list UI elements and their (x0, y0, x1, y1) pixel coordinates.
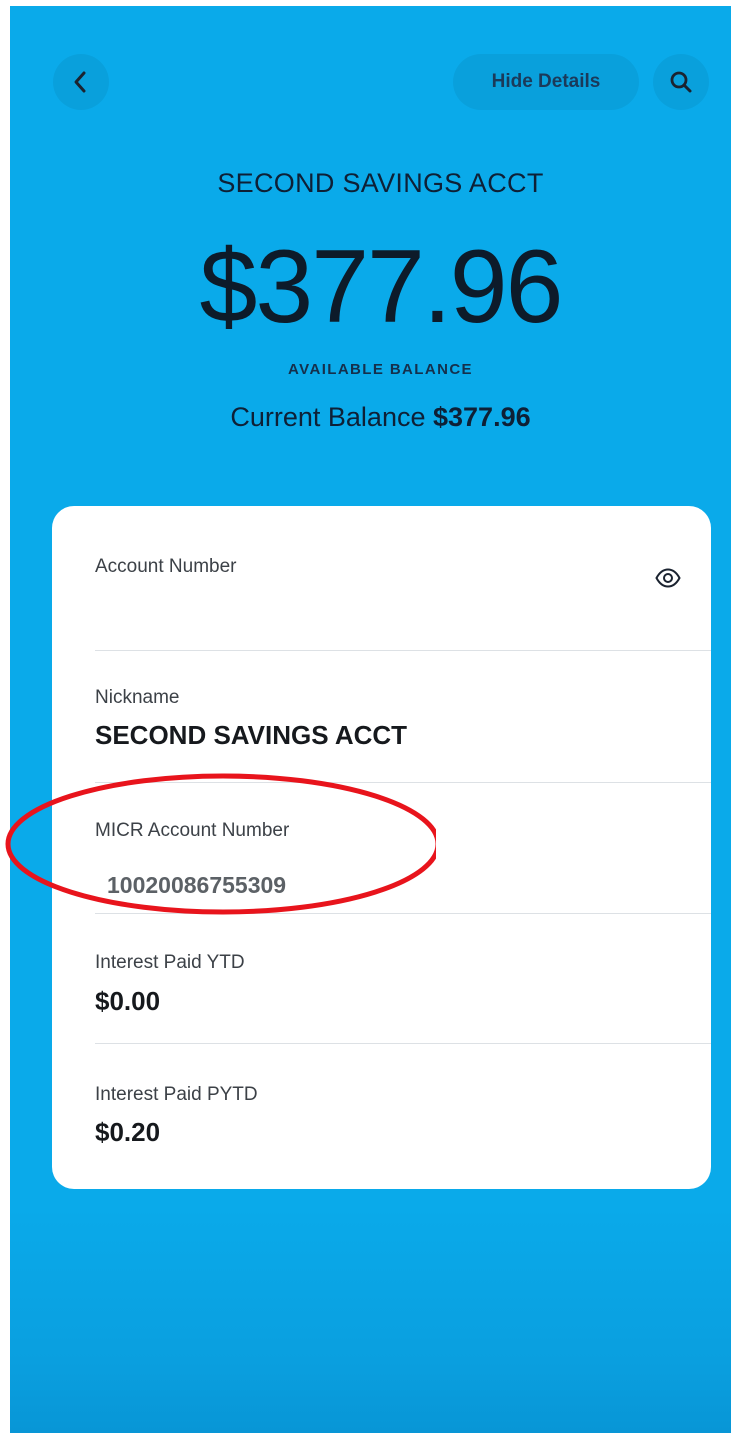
micr-label: MICR Account Number (95, 820, 290, 841)
current-balance: Current Balance $377.96 (10, 402, 731, 433)
account-title: SECOND SAVINGS ACCT (217, 168, 544, 198)
back-button[interactable] (53, 54, 109, 110)
account-details-card: Account Number Nickname SECOND SAVINGS A… (52, 506, 711, 1189)
nickname-value: SECOND SAVINGS ACCT (95, 720, 408, 750)
account-details-screen: Hide Details SECOND SAVINGS ACCT $377.96… (10, 6, 731, 1433)
current-balance-value: $377.96 (433, 402, 531, 432)
current-balance-label: Current Balance (230, 402, 426, 432)
available-balance-label: AVAILABLE BALANCE (288, 361, 473, 378)
interest-pytd-label: Interest Paid PYTD (95, 1084, 258, 1105)
chevron-left-icon (74, 71, 86, 93)
interest-ytd-label: Interest Paid YTD (95, 952, 245, 973)
account-number-label: Account Number (95, 556, 237, 577)
interest-pytd-row: Interest Paid PYTD $0.20 (95, 1044, 711, 1189)
eye-icon[interactable] (655, 568, 681, 588)
hide-details-button[interactable]: Hide Details (453, 54, 639, 110)
micr-value: 10020086755309 (107, 872, 287, 898)
available-balance-amount: $377.96 (199, 229, 564, 345)
nickname-row: Nickname SECOND SAVINGS ACCT (95, 651, 711, 783)
account-number-row: Account Number (95, 506, 711, 651)
nickname-label: Nickname (95, 687, 180, 708)
search-icon (670, 71, 692, 93)
hide-details-label: Hide Details (491, 71, 601, 92)
interest-pytd-value: $0.20 (95, 1117, 161, 1147)
search-button[interactable] (653, 54, 709, 110)
micr-account-number-row: MICR Account Number 10020086755309 (95, 783, 711, 914)
interest-ytd-value: $0.00 (95, 986, 161, 1016)
interest-ytd-row: Interest Paid YTD $0.00 (95, 914, 711, 1044)
